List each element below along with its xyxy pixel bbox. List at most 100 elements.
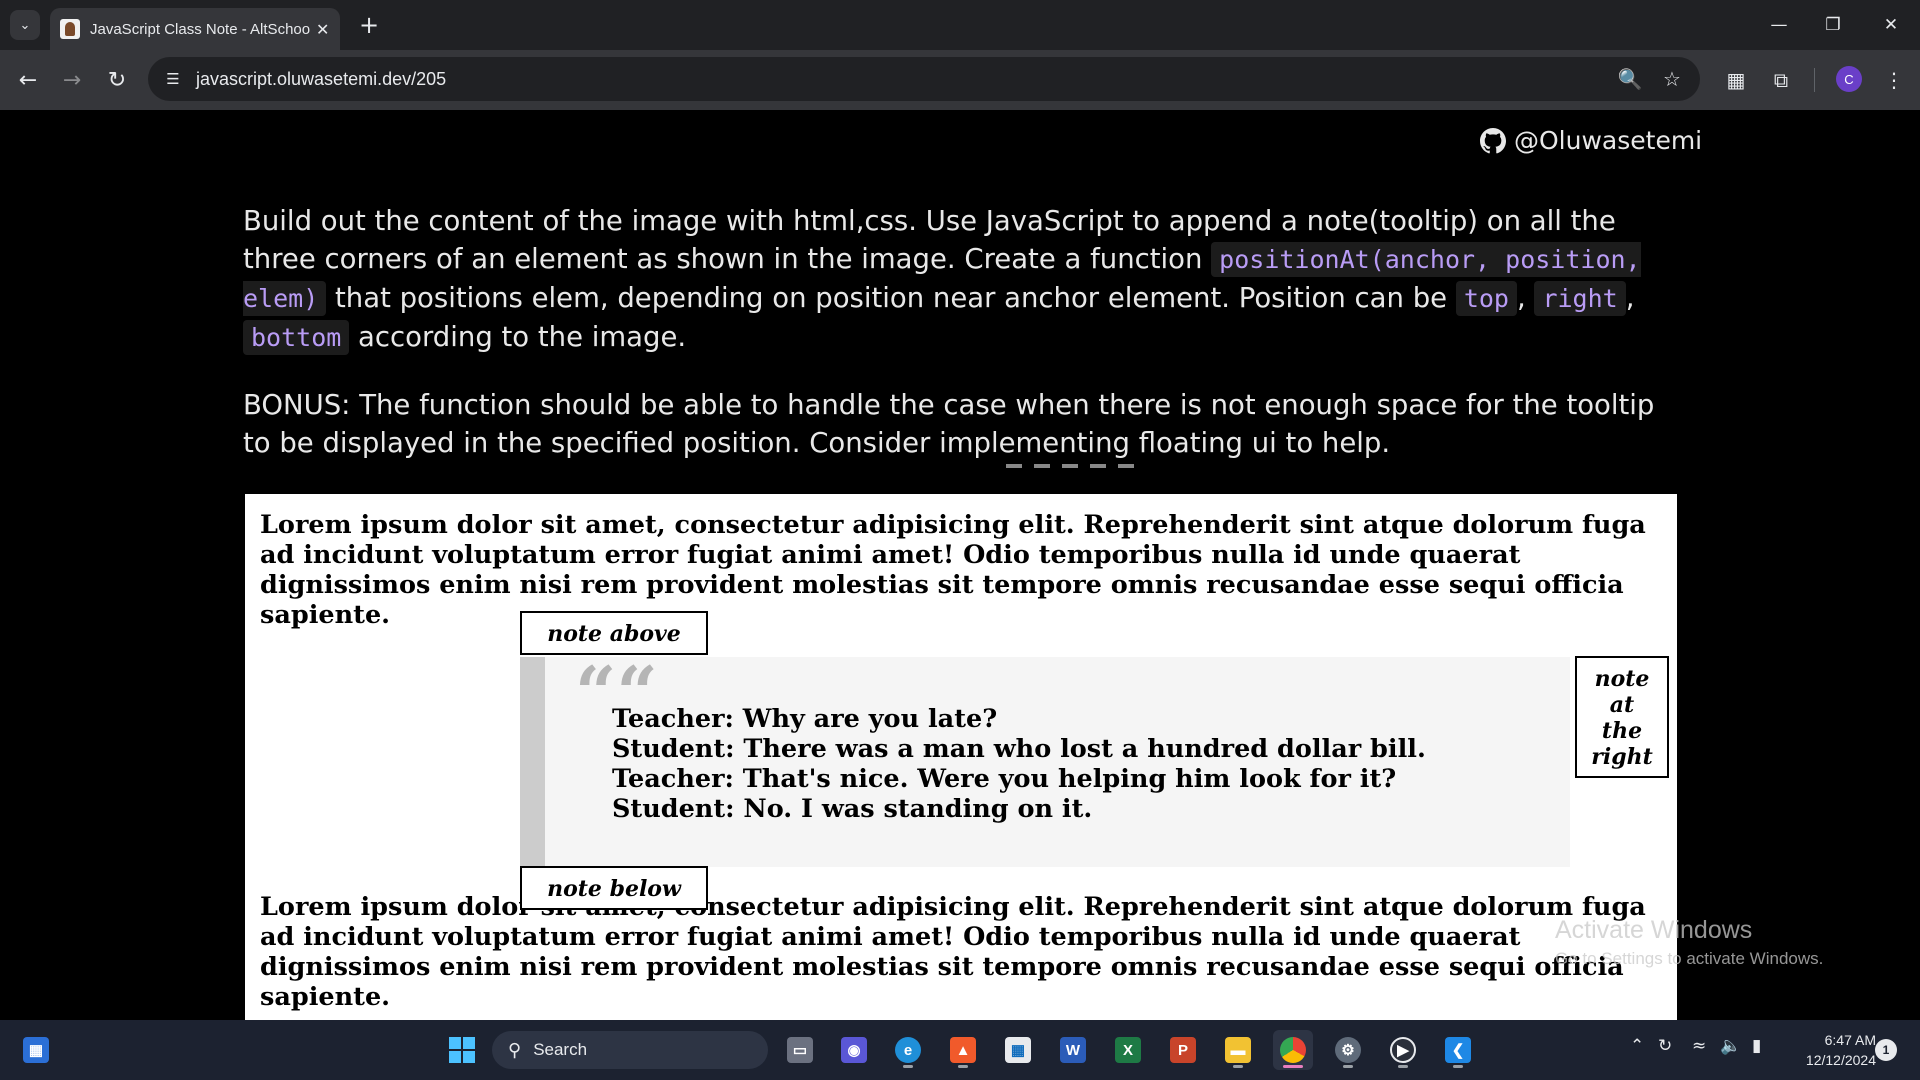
note-right-word: at bbox=[1609, 692, 1635, 718]
lorem-paragraph: Lorem ipsum dolor sit amet, consectetur … bbox=[260, 510, 1646, 630]
taskbar-media-player[interactable]: ▶ bbox=[1383, 1030, 1423, 1070]
github-link[interactable]: @Oluwasetemi bbox=[1480, 126, 1702, 155]
activate-windows-watermark: Activate Windows Go to Settings to activ… bbox=[1555, 916, 1823, 969]
taskbar-powerpoint[interactable]: P bbox=[1163, 1030, 1203, 1070]
tab-title: JavaScript Class Note - AltSchool bbox=[90, 20, 310, 38]
back-button[interactable]: ← bbox=[12, 64, 44, 96]
dialogue-line: Teacher: That's nice. Were you helping h… bbox=[612, 764, 1397, 794]
tab-strip: ⌄ JavaScript Class Note - AltSchool ✕ + … bbox=[0, 0, 1920, 50]
chrome-icon bbox=[1280, 1037, 1306, 1063]
taskbar: ▦ ⚲ Search ▭ ◉ e ▲ ▦ W X P ▬ ⚙ ▶ ❮ ⌃ ↻ ≈… bbox=[0, 1020, 1920, 1080]
notification-badge[interactable]: 1 bbox=[1875, 1039, 1897, 1061]
site-info-icon[interactable]: ☰ bbox=[160, 66, 186, 92]
taskbar-search[interactable]: ⚲ Search bbox=[492, 1031, 768, 1069]
address-bar[interactable]: ☰ javascript.oluwasetemi.dev/205 🔍 ☆ bbox=[148, 57, 1700, 101]
widgets-icon: ▦ bbox=[23, 1037, 49, 1063]
dialogue-line: Student: There was a man who lost a hund… bbox=[612, 734, 1426, 764]
battery-icon[interactable]: ▮ bbox=[1752, 1036, 1761, 1056]
restore-button[interactable]: ❐ bbox=[1810, 0, 1856, 50]
menu-kebab-icon[interactable]: ⋮ bbox=[1878, 64, 1910, 96]
taskbar-edge[interactable]: e bbox=[888, 1030, 928, 1070]
assignment-intro: Build out the content of the image with … bbox=[243, 202, 1663, 357]
play-icon: ▶ bbox=[1390, 1037, 1416, 1063]
note-below-tooltip: note below bbox=[520, 866, 708, 910]
taskbar-meet[interactable]: ◉ bbox=[834, 1030, 874, 1070]
clock[interactable]: 6:47 AM 12/12/2024 bbox=[1786, 1030, 1876, 1070]
close-tab-icon[interactable]: ✕ bbox=[316, 20, 329, 39]
tab-search-button[interactable]: ⌄ bbox=[10, 10, 40, 40]
code-right: right bbox=[1534, 281, 1626, 316]
taskbar-settings[interactable]: ⚙ bbox=[1328, 1030, 1368, 1070]
chevron-up-icon[interactable]: ⌃ bbox=[1630, 1036, 1644, 1056]
task-view-button[interactable]: ▭ bbox=[780, 1030, 820, 1070]
intro-separator: , bbox=[1625, 282, 1635, 314]
taskbar-chrome[interactable] bbox=[1273, 1030, 1313, 1070]
link-underline bbox=[1006, 464, 1141, 468]
dialogue-line: Teacher: Why are you late? bbox=[612, 704, 998, 734]
excel-icon: X bbox=[1115, 1037, 1141, 1063]
task-view-icon: ▭ bbox=[787, 1037, 813, 1063]
url-text[interactable]: javascript.oluwasetemi.dev/205 bbox=[196, 69, 446, 90]
zoom-icon[interactable]: 🔍 bbox=[1616, 65, 1644, 93]
site-favicon-icon bbox=[60, 19, 80, 39]
clock-time: 6:47 AM bbox=[1824, 1032, 1876, 1048]
dialogue-line: Student: No. I was standing on it. bbox=[612, 794, 1093, 824]
bookmark-star-icon[interactable]: ☆ bbox=[1658, 65, 1686, 93]
sync-icon[interactable]: ↻ bbox=[1658, 1036, 1672, 1056]
extensions-puzzle-icon[interactable]: ⧉ bbox=[1765, 64, 1797, 96]
volume-icon[interactable]: 🔈 bbox=[1720, 1036, 1741, 1056]
example-image: Lorem ipsum dolor sit amet, consectetur … bbox=[245, 494, 1677, 1020]
new-tab-button[interactable]: + bbox=[354, 10, 384, 40]
intro-separator: , bbox=[1516, 282, 1535, 314]
clock-date: 12/12/2024 bbox=[1805, 1052, 1876, 1068]
word-icon: W bbox=[1060, 1037, 1086, 1063]
taskbar-vscode[interactable]: ❮ bbox=[1438, 1030, 1478, 1070]
running-indicator bbox=[958, 1065, 968, 1068]
forward-button[interactable]: → bbox=[56, 64, 88, 96]
video-call-icon: ◉ bbox=[841, 1037, 867, 1063]
widgets-button[interactable]: ▦ bbox=[16, 1030, 56, 1070]
search-icon: ⚲ bbox=[508, 1039, 522, 1060]
running-indicator bbox=[1233, 1065, 1243, 1068]
github-handle: @Oluwasetemi bbox=[1514, 126, 1703, 155]
intro-text: according to the image. bbox=[349, 321, 687, 353]
store-icon: ▦ bbox=[1005, 1037, 1031, 1063]
taskbar-store[interactable]: ▦ bbox=[998, 1030, 1038, 1070]
running-indicator bbox=[1283, 1065, 1303, 1068]
running-indicator bbox=[1398, 1065, 1408, 1068]
code-top: top bbox=[1455, 281, 1517, 316]
browser-toolbar: ← → ↻ ☰ javascript.oluwasetemi.dev/205 🔍… bbox=[0, 50, 1920, 110]
lorem-paragraph: Lorem ipsum dolor sit amet, consectetur … bbox=[260, 892, 1646, 1012]
bonus-paragraph: BONUS: The function should be able to ha… bbox=[243, 389, 1655, 459]
minimize-button[interactable]: — bbox=[1756, 0, 1802, 50]
note-right-word: note bbox=[1594, 666, 1650, 692]
extension-icon[interactable]: ▦ bbox=[1720, 64, 1752, 96]
vscode-icon: ❮ bbox=[1445, 1037, 1471, 1063]
tab-active[interactable]: JavaScript Class Note - AltSchool ✕ bbox=[50, 8, 340, 50]
note-right-tooltip: note at the right bbox=[1575, 656, 1669, 778]
edge-icon: e bbox=[895, 1037, 921, 1063]
note-right-word: right bbox=[1591, 744, 1653, 770]
reload-button[interactable]: ↻ bbox=[101, 64, 133, 96]
taskbar-word[interactable]: W bbox=[1053, 1030, 1093, 1070]
windows-logo-icon bbox=[449, 1037, 475, 1063]
profile-avatar[interactable]: C bbox=[1836, 66, 1862, 92]
taskbar-file-explorer[interactable]: ▬ bbox=[1218, 1030, 1258, 1070]
start-button[interactable] bbox=[442, 1030, 482, 1070]
close-window-button[interactable]: ✕ bbox=[1868, 0, 1914, 50]
quote-dialogue: Teacher: Why are you late? Student: Ther… bbox=[612, 704, 1426, 824]
taskbar-excel[interactable]: X bbox=[1108, 1030, 1148, 1070]
page-content: @Oluwasetemi Build out the content of th… bbox=[0, 110, 1920, 1020]
folder-icon: ▬ bbox=[1225, 1037, 1251, 1063]
gear-icon: ⚙ bbox=[1335, 1037, 1361, 1063]
powerpoint-icon: P bbox=[1170, 1037, 1196, 1063]
running-indicator bbox=[903, 1065, 913, 1068]
wifi-icon[interactable]: ≈ bbox=[1692, 1036, 1706, 1056]
intro-text: that positions elem, depending on positi… bbox=[326, 282, 1456, 314]
chevron-down-icon: ⌄ bbox=[19, 17, 31, 33]
note-above-tooltip: note above bbox=[520, 611, 708, 655]
watermark-subtitle: Go to Settings to activate Windows. bbox=[1555, 949, 1824, 968]
blockquote: ““ Teacher: Why are you late? Student: T… bbox=[520, 657, 1570, 867]
taskbar-brave[interactable]: ▲ bbox=[943, 1030, 983, 1070]
watermark-title: Activate Windows bbox=[1555, 916, 1753, 944]
